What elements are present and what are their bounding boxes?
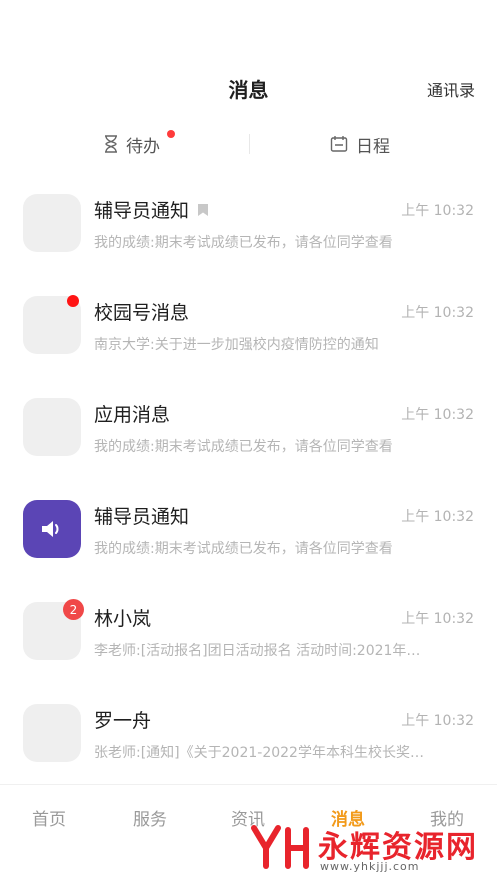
item-time: 上午 10:32 — [401, 611, 474, 627]
item-name: 辅导员通知 — [94, 200, 190, 222]
schedule-label: 日程 — [356, 136, 390, 157]
item-preview: 南京大学:关于进一步加强校内疫情防控的通知 — [94, 337, 379, 353]
item-name: 林小岚 — [94, 608, 152, 630]
item-preview: 我的成绩:期末考试成绩已发布，请各位同学查看 — [94, 439, 393, 455]
schedule-tab[interactable]: 日程 — [330, 128, 390, 160]
tab-divider — [249, 134, 250, 154]
item-preview: 我的成绩:期末考试成绩已发布，请各位同学查看 — [94, 235, 393, 251]
quick-tabs: 待办 日程 — [0, 128, 497, 160]
item-time: 上午 10:32 — [401, 305, 474, 321]
item-time: 上午 10:32 — [401, 203, 474, 219]
list-item[interactable]: 校园号消息 上午 10:32 南京大学:关于进一步加强校内疫情防控的通知 — [0, 278, 497, 380]
item-time: 上午 10:32 — [401, 509, 474, 525]
list-item[interactable]: 应用消息 上午 10:32 我的成绩:期末考试成绩已发布，请各位同学查看 — [0, 380, 497, 482]
page-title: 消息 — [228, 78, 269, 102]
item-name: 校园号消息 — [94, 302, 190, 324]
list-item[interactable]: 辅导员通知 上午 10:32 我的成绩:期末考试成绩已发布，请各位同学查看 — [0, 482, 497, 584]
item-name: 罗一舟 — [94, 710, 152, 732]
todo-notification-dot — [167, 130, 175, 138]
contacts-link[interactable]: 通讯录 — [427, 77, 475, 101]
speaker-icon — [42, 521, 59, 537]
unread-dot — [67, 295, 79, 307]
unread-count-badge: 2 — [63, 599, 84, 620]
avatar — [23, 398, 81, 456]
item-preview: 张老师:[通知]《关于2021-2022学年本科生校长奖… — [94, 745, 424, 761]
message-list: 辅导员通知 上午 10:32 我的成绩:期末考试成绩已发布，请各位同学查看 校园… — [0, 176, 497, 788]
calendar-icon — [330, 136, 348, 152]
avatar — [23, 194, 81, 252]
header: 消息 通讯录 — [0, 0, 497, 120]
tab-service[interactable]: 服务 — [133, 805, 167, 830]
hourglass-icon — [105, 135, 117, 153]
list-item[interactable]: 辅导员通知 上午 10:32 我的成绩:期末考试成绩已发布，请各位同学查看 — [0, 176, 497, 278]
list-item[interactable]: 2 林小岚 上午 10:32 李老师:[活动报名]团日活动报名 活动时间:202… — [0, 584, 497, 686]
todo-tab[interactable]: 待办 — [104, 128, 160, 160]
todo-label: 待办 — [126, 136, 160, 157]
item-time: 上午 10:32 — [401, 407, 474, 423]
avatar — [23, 500, 81, 558]
tab-home[interactable]: 首页 — [32, 805, 66, 830]
item-time: 上午 10:32 — [401, 713, 474, 729]
item-preview: 李老师:[活动报名]团日活动报名 活动时间:2021年… — [94, 643, 421, 659]
watermark-logo-icon — [251, 825, 309, 869]
watermark: 永辉资源网 www.yhkjjj.com — [250, 818, 490, 878]
list-item[interactable]: 罗一舟 上午 10:32 张老师:[通知]《关于2021-2022学年本科生校长… — [0, 686, 497, 788]
avatar — [23, 704, 81, 762]
bookmark-icon — [198, 203, 209, 216]
item-preview: 我的成绩:期末考试成绩已发布，请各位同学查看 — [94, 541, 393, 557]
item-name: 应用消息 — [94, 404, 171, 426]
watermark-url: www.yhkjjj.com — [320, 860, 420, 873]
item-name: 辅导员通知 — [94, 506, 190, 528]
